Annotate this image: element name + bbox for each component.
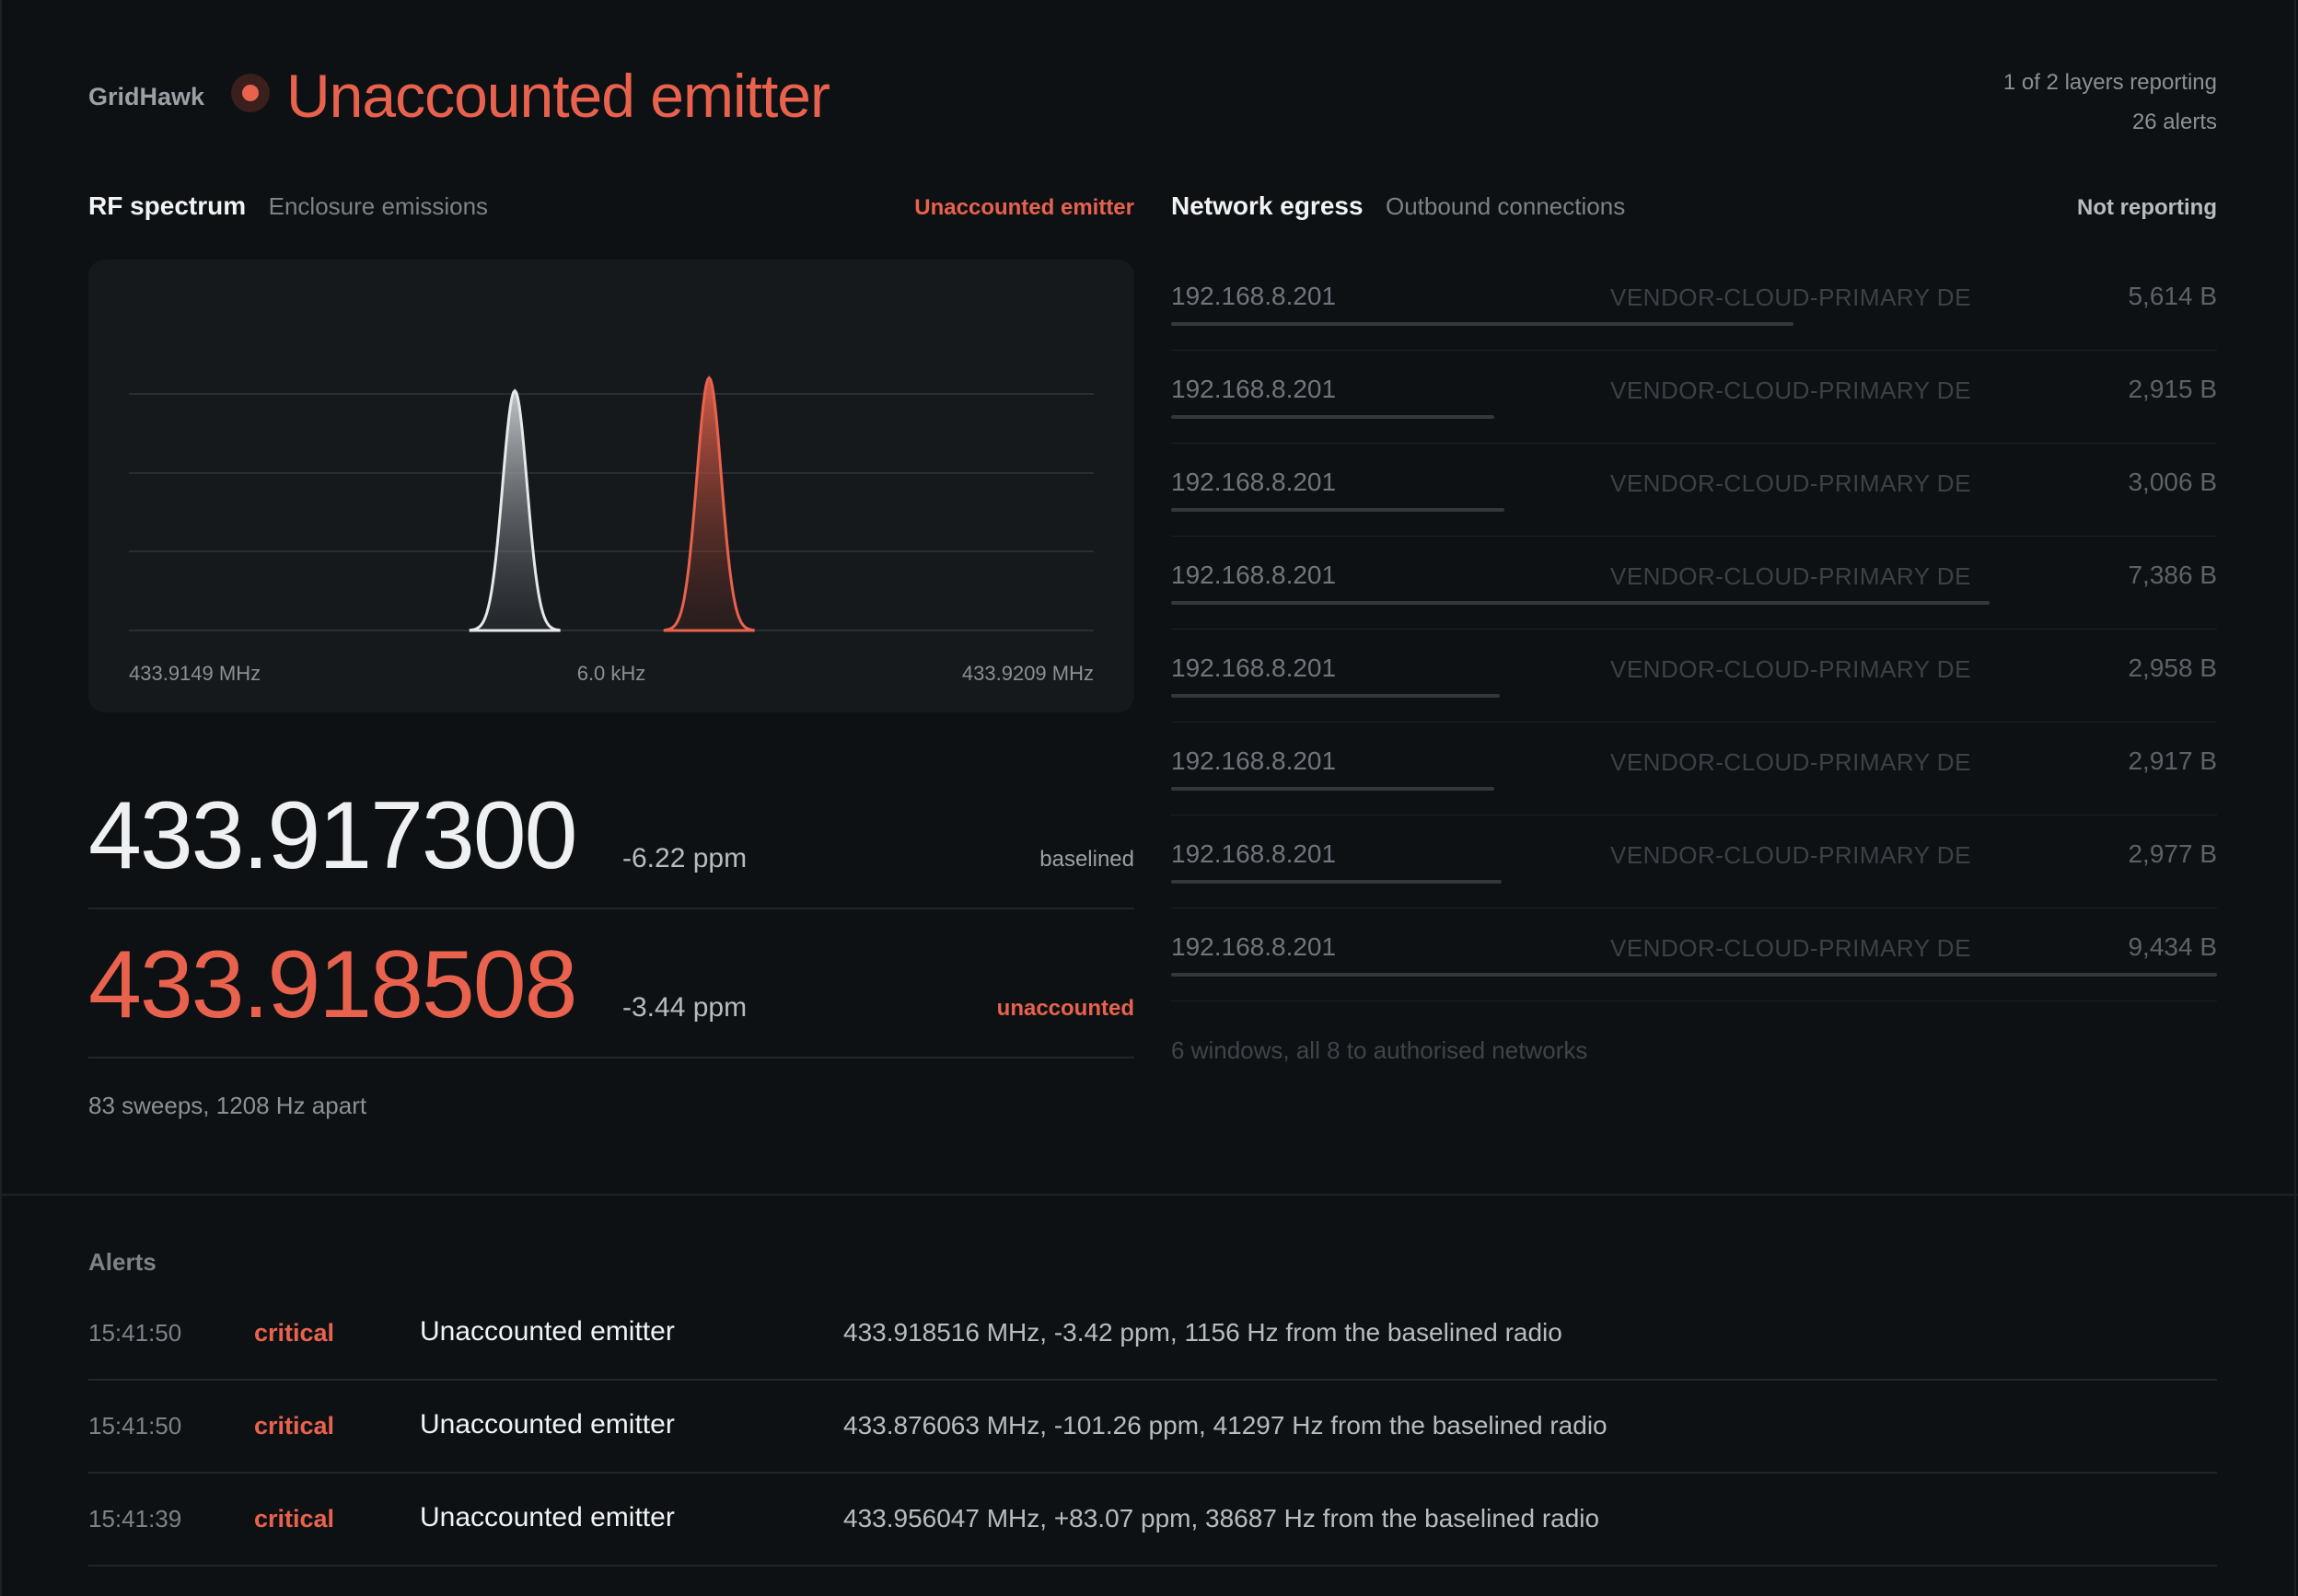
egress-network: VENDOR-CLOUD-PRIMARY DE — [1610, 934, 1971, 962]
sweeps-summary: 83 sweeps, 1208 Hz apart — [88, 1092, 367, 1119]
egress-volume-bar — [1171, 787, 1494, 791]
egress-network: VENDOR-CLOUD-PRIMARY DE — [1610, 562, 1971, 590]
egress-row[interactable]: 192.168.8.201 VENDOR-CLOUD-PRIMARY DE 2,… — [1171, 630, 2217, 723]
alert-time: 15:41:50 — [88, 1412, 182, 1440]
rf-status-badge: Unaccounted emitter — [914, 195, 1134, 220]
egress-network: VENDOR-CLOUD-PRIMARY DE — [1610, 841, 1971, 869]
egress-section-title: Network egress — [1171, 191, 1364, 220]
egress-ip: 192.168.8.201 — [1171, 653, 1337, 682]
alert-severity: critical — [254, 1319, 335, 1347]
alert-row[interactable]: 15:41:39 critical Unaccounted emitter 43… — [88, 1473, 2217, 1567]
alert-title: Unaccounted emitter — [420, 1316, 675, 1347]
baselined-peak — [469, 388, 561, 632]
alert-severity: critical — [254, 1505, 335, 1532]
rf-section-title: RF spectrum — [88, 191, 247, 220]
egress-bytes: 3,006 B — [2128, 468, 2217, 496]
egress-bytes: 2,917 B — [2128, 746, 2217, 775]
egress-ip: 192.168.8.201 — [1171, 932, 1337, 961]
alert-time: 15:41:50 — [88, 1319, 182, 1347]
alerts-heading: Alerts — [88, 1248, 157, 1276]
egress-ip: 192.168.8.201 — [1171, 561, 1337, 589]
egress-volume-bar — [1171, 694, 1500, 698]
egress-footer: 6 windows, all 8 to authorised networks — [1171, 1036, 1588, 1064]
egress-network: VENDOR-CLOUD-PRIMARY DE — [1610, 376, 1971, 404]
freq-tag: unaccounted — [996, 996, 1134, 1021]
header-summary: 1 of 2 layers reporting 26 alerts — [2003, 63, 2217, 142]
egress-network: VENDOR-CLOUD-PRIMARY DE — [1610, 748, 1971, 776]
freq-tag: baselined — [1039, 847, 1134, 872]
alert-detail: 433.876063 MHz, -101.26 ppm, 41297 Hz fr… — [843, 1411, 1607, 1440]
egress-row[interactable]: 192.168.8.201 VENDOR-CLOUD-PRIMARY DE 3,… — [1171, 444, 2217, 537]
alert-status-icon — [231, 74, 270, 112]
egress-volume-bar — [1171, 973, 2217, 977]
egress-row[interactable]: 192.168.8.201 VENDOR-CLOUD-PRIMARY DE 2,… — [1171, 351, 2217, 444]
egress-bytes: 2,915 B — [2128, 375, 2217, 403]
egress-volume-bar — [1171, 508, 1504, 512]
freq-readout-unaccounted: 433.918508 -3.44 ppm unaccounted — [88, 908, 1134, 1058]
alert-severity: critical — [254, 1412, 335, 1440]
alert-time: 15:41:39 — [88, 1505, 182, 1532]
egress-bytes: 5,614 B — [2128, 282, 2217, 310]
egress-network: VENDOR-CLOUD-PRIMARY DE — [1610, 655, 1971, 683]
axis-label-right: 433.9209 MHz — [961, 662, 1094, 685]
egress-network: VENDOR-CLOUD-PRIMARY DE — [1610, 469, 1971, 497]
egress-volume-bar — [1171, 601, 1990, 605]
freq-value: 433.918508 — [88, 931, 577, 1038]
freq-readout-baselined: 433.917300 -6.22 ppm baselined — [88, 758, 1134, 909]
alert-count: 26 alerts — [2131, 110, 2217, 134]
egress-volume-bar — [1171, 880, 1502, 884]
unaccounted-peak — [663, 376, 755, 632]
alert-detail: 433.956047 MHz, +83.07 ppm, 38687 Hz fro… — [843, 1504, 1600, 1532]
rf-section-header: RF spectrum Enclosure emissions Unaccoun… — [88, 191, 1134, 228]
egress-ip: 192.168.8.201 — [1171, 746, 1337, 775]
alert-row[interactable]: 15:41:50 critical Unaccounted emitter 43… — [88, 1287, 2217, 1381]
egress-row[interactable]: 192.168.8.201 VENDOR-CLOUD-PRIMARY DE 5,… — [1171, 258, 2217, 351]
egress-volume-bar — [1171, 322, 1793, 326]
rf-spectrum-chart: 433.9149 MHz 6.0 kHz 433.9209 MHz — [88, 260, 1134, 712]
section-divider — [0, 1194, 2298, 1196]
egress-row[interactable]: 192.168.8.201 VENDOR-CLOUD-PRIMARY DE 9,… — [1171, 908, 2217, 1001]
egress-ip: 192.168.8.201 — [1171, 375, 1337, 403]
egress-row[interactable]: 192.168.8.201 VENDOR-CLOUD-PRIMARY DE 7,… — [1171, 537, 2217, 630]
egress-section-header: Network egress Outbound connections Not … — [1171, 191, 2217, 228]
egress-ip: 192.168.8.201 — [1171, 839, 1337, 868]
egress-bytes: 7,386 B — [2128, 561, 2217, 589]
layers-reporting: 1 of 2 layers reporting — [2002, 70, 2217, 95]
egress-section-subtitle: Outbound connections — [1386, 192, 1626, 220]
egress-row[interactable]: 192.168.8.201 VENDOR-CLOUD-PRIMARY DE 2,… — [1171, 815, 2217, 908]
page-title: Unaccounted emitter — [286, 62, 830, 130]
egress-row[interactable]: 192.168.8.201 VENDOR-CLOUD-PRIMARY DE 2,… — [1171, 723, 2217, 815]
egress-ip: 192.168.8.201 — [1171, 282, 1337, 310]
rf-section-subtitle: Enclosure emissions — [268, 192, 489, 220]
spectrum-svg — [129, 376, 1094, 632]
freq-ppm: -3.44 ppm — [622, 992, 748, 1023]
brand-name: GridHawk — [88, 83, 205, 110]
alert-title: Unaccounted emitter — [420, 1409, 675, 1440]
page-header: GridHawk Unaccounted emitter 1 of 2 laye… — [88, 55, 2217, 147]
egress-list: 192.168.8.201 VENDOR-CLOUD-PRIMARY DE 5,… — [1171, 258, 2217, 1001]
spectrum-gridlines — [129, 393, 1094, 631]
egress-network: VENDOR-CLOUD-PRIMARY DE — [1610, 283, 1971, 311]
egress-bytes: 2,977 B — [2128, 839, 2217, 868]
egress-volume-bar — [1171, 415, 1494, 419]
egress-status-badge: Not reporting — [2077, 195, 2217, 220]
egress-bytes: 9,434 B — [2128, 932, 2217, 961]
egress-ip: 192.168.8.201 — [1171, 468, 1337, 496]
freq-value: 433.917300 — [88, 782, 577, 889]
egress-bytes: 2,958 B — [2128, 653, 2217, 682]
alert-detail: 433.918516 MHz, -3.42 ppm, 1156 Hz from … — [843, 1318, 1562, 1347]
alert-title: Unaccounted emitter — [420, 1502, 675, 1532]
alert-row[interactable]: 15:41:50 critical Unaccounted emitter 43… — [88, 1380, 2217, 1474]
freq-ppm: -6.22 ppm — [622, 843, 748, 873]
